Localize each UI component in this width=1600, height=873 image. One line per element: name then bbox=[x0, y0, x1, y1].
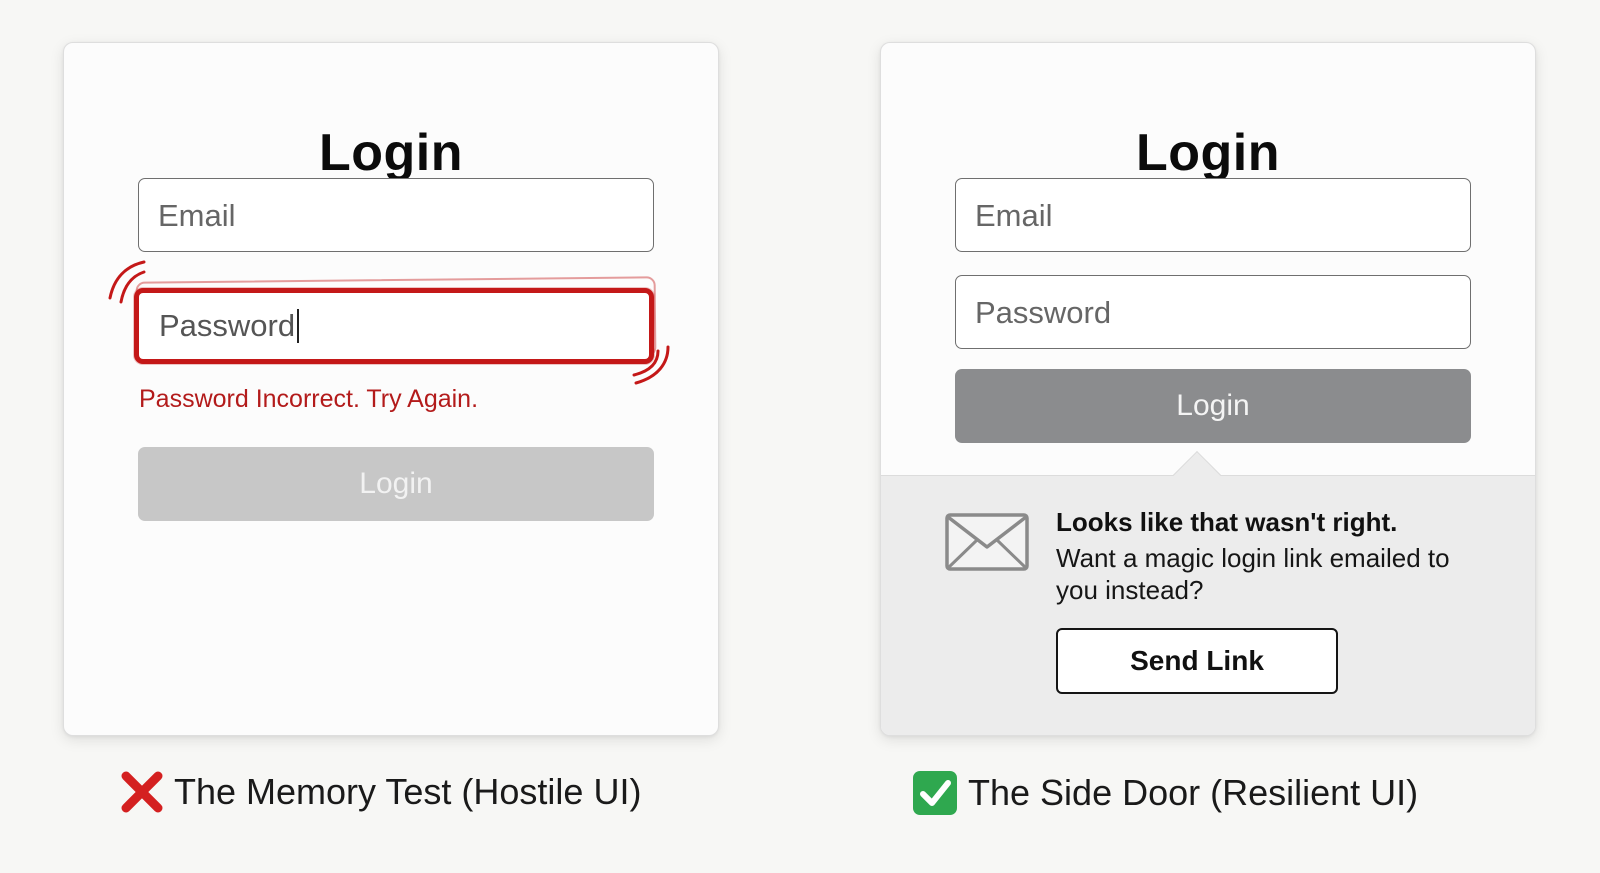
resilient-caption: The Side Door (Resilient UI) bbox=[912, 770, 1418, 816]
resilient-login-card: Login Email Password Login Looks like th… bbox=[880, 42, 1536, 736]
password-input[interactable]: Password bbox=[955, 275, 1471, 349]
resilient-caption-text: The Side Door (Resilient UI) bbox=[968, 772, 1419, 813]
login-title: Login bbox=[318, 124, 463, 182]
login-button-disabled[interactable]: Login bbox=[138, 447, 654, 521]
login-button[interactable]: Login bbox=[955, 369, 1471, 443]
envelope-icon bbox=[945, 513, 1029, 571]
password-input-error[interactable]: Password bbox=[134, 288, 654, 364]
comparison-stage: Login Email Password Password Incorrect.… bbox=[0, 0, 1600, 873]
email-input[interactable]: Email bbox=[955, 178, 1471, 252]
help-title: Looks like that wasn't right. bbox=[1056, 507, 1398, 537]
hostile-caption-text: The Memory Test (Hostile UI) bbox=[174, 771, 642, 812]
password-value: Password bbox=[159, 308, 296, 343]
email-input[interactable]: Email bbox=[138, 178, 654, 252]
red-x-icon bbox=[121, 771, 163, 813]
password-error-message: Password Incorrect. Try Again. bbox=[139, 385, 479, 413]
hostile-login-card: Login Email Password Password Incorrect.… bbox=[63, 42, 719, 736]
green-check-icon bbox=[913, 771, 957, 815]
send-link-button[interactable]: Send Link bbox=[1056, 628, 1338, 694]
hostile-caption: The Memory Test (Hostile UI) bbox=[120, 770, 641, 814]
help-body: Want a magic login link emailed to you i… bbox=[1056, 543, 1450, 605]
login-title: Login bbox=[1135, 124, 1280, 182]
text-caret bbox=[297, 308, 300, 343]
